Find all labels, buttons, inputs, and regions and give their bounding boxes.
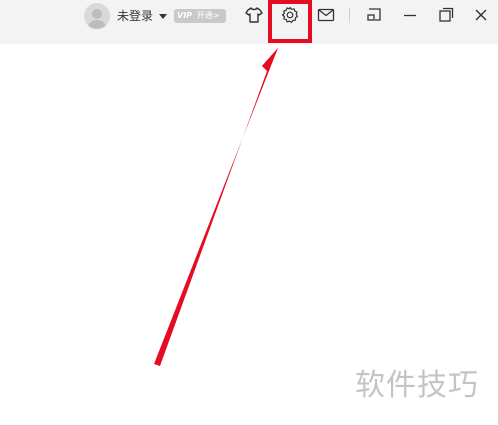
watermark-text: 软件技巧 — [355, 368, 479, 403]
picture-in-picture-icon[interactable] — [362, 3, 386, 27]
caret-down-icon[interactable] — [159, 14, 167, 19]
toolbar-divider — [349, 8, 350, 23]
settings-highlight-box — [268, 0, 312, 43]
vip-open-badge[interactable]: VIP 开通> — [174, 9, 226, 23]
mail-icon[interactable] — [314, 3, 338, 27]
restore-icon[interactable] — [434, 3, 458, 27]
avatar-head-shape — [92, 9, 102, 19]
avatar[interactable] — [84, 3, 110, 29]
tshirt-icon[interactable] — [242, 3, 266, 27]
top-toolbar: 未登录 VIP 开通> — [0, 0, 498, 44]
avatar-body-shape — [87, 20, 107, 29]
vip-mark: VIP — [177, 11, 193, 20]
login-status-label[interactable]: 未登录 — [117, 9, 153, 23]
annotation-arrow — [154, 48, 278, 366]
minimize-icon[interactable] — [398, 3, 422, 27]
close-icon[interactable] — [469, 3, 493, 27]
vip-open-label: 开通> — [196, 11, 220, 20]
app-window: 未登录 VIP 开通> 软件技巧 — [0, 0, 498, 425]
